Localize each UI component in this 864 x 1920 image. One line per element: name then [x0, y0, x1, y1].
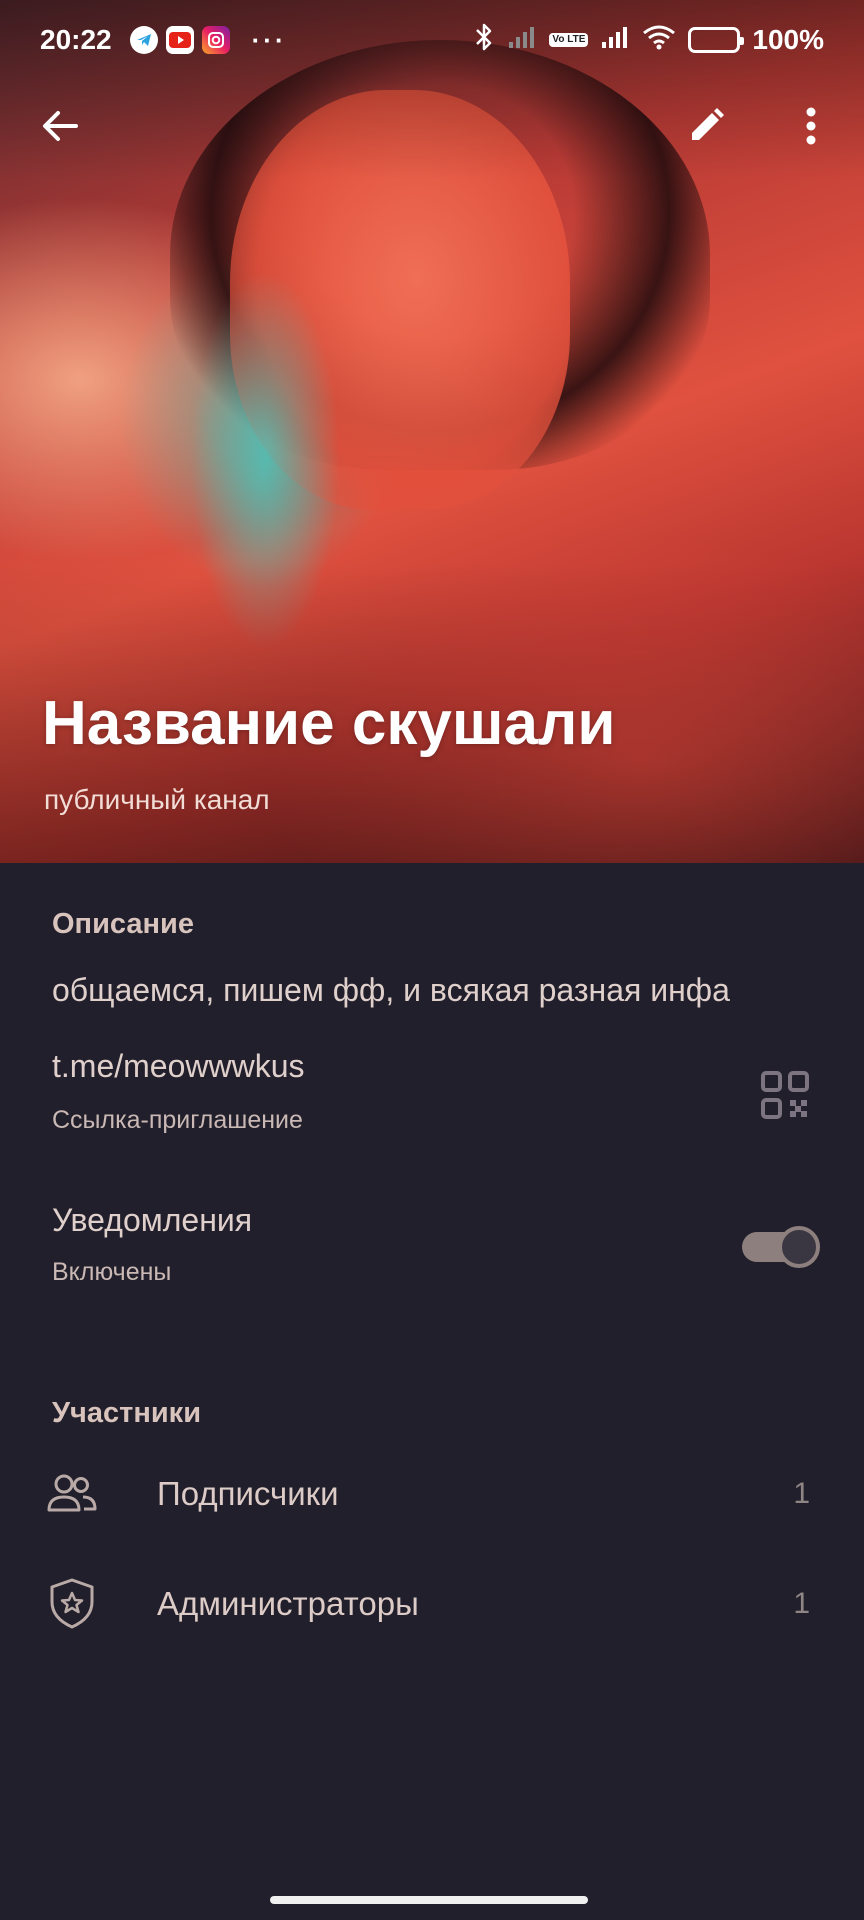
description-header: Описание — [52, 908, 194, 940]
toggle-knob — [778, 1226, 820, 1268]
signal-weak-icon — [507, 24, 537, 57]
description-text[interactable]: общаемся, пишем фф, и всякая разная инфа — [52, 972, 730, 1009]
battery-icon — [688, 27, 745, 53]
members-header: Участники — [52, 1397, 202, 1429]
arrow-left-icon — [43, 111, 78, 141]
channel-type: публичный канал — [44, 784, 270, 815]
subscribers-count: 1 — [793, 1477, 810, 1510]
instagram-icon — [201, 26, 230, 54]
bluetooth-icon — [473, 22, 495, 59]
edit-button[interactable] — [670, 90, 742, 162]
status-time: 20:22 — [40, 24, 112, 55]
pencil-icon — [692, 108, 724, 140]
more-notifications-icon: ··· — [251, 24, 287, 55]
notifications-label[interactable]: Уведомления — [52, 1202, 252, 1239]
battery-percent: 100% — [752, 24, 824, 55]
home-indicator[interactable] — [270, 1896, 588, 1904]
invite-link[interactable]: t.me/meowwwkus — [52, 1048, 305, 1085]
more-options-button[interactable] — [775, 90, 847, 162]
subscribers-row[interactable]: Подписчики 1 — [0, 1444, 864, 1544]
telegram-icon — [129, 26, 158, 54]
channel-title: Название скушали — [42, 689, 616, 758]
administrators-row[interactable]: Администраторы 1 — [0, 1554, 864, 1654]
qr-code-icon[interactable] — [760, 1070, 810, 1120]
status-right-group: Vo LTE 100% — [473, 22, 824, 59]
kebab-menu-icon — [806, 107, 816, 145]
invite-link-caption: Ссылка-приглашение — [52, 1106, 303, 1134]
youtube-icon — [165, 26, 194, 54]
back-button[interactable] — [24, 90, 96, 162]
administrators-count: 1 — [793, 1587, 810, 1620]
subscribers-label: Подписчики — [157, 1475, 339, 1512]
admin-shield-icon — [50, 1578, 94, 1629]
wifi-icon — [642, 24, 676, 57]
volte-icon: Vo LTE — [549, 33, 589, 47]
status-bar: 20:22 ··· Vo LTE 100% — [0, 0, 864, 80]
people-icon — [47, 1474, 97, 1512]
signal-strong-icon — [600, 24, 630, 57]
notifications-toggle[interactable] — [742, 1226, 820, 1268]
administrators-label: Администраторы — [157, 1585, 419, 1622]
notifications-state: Включены — [52, 1258, 172, 1286]
